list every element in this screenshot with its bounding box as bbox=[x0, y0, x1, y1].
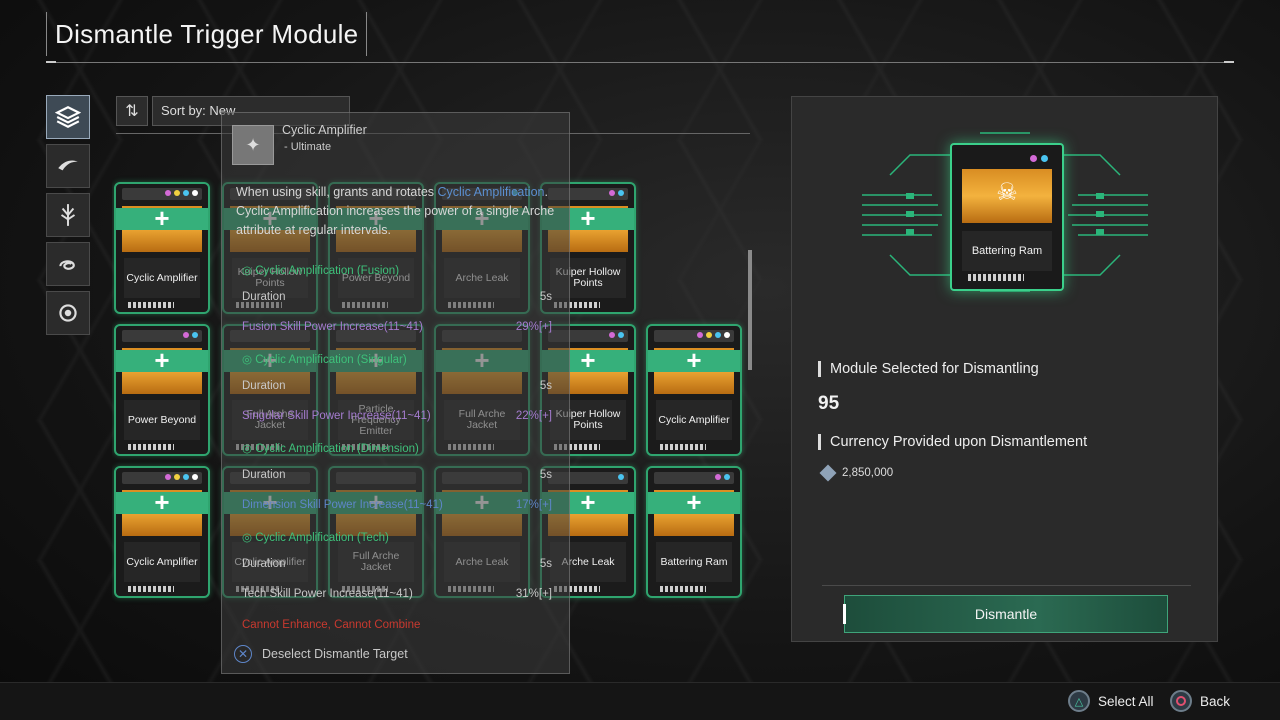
deselect-button[interactable]: ✕ Deselect Dismantle Target bbox=[234, 645, 408, 663]
effect-stat: Tech Skill Power Increase(11~41) 31%[+] bbox=[242, 588, 552, 600]
selected-module-card: ☠ Battering Ram bbox=[950, 143, 1064, 291]
module-level-bars bbox=[128, 302, 174, 308]
tooltip-module-grade: - Ultimate bbox=[284, 141, 332, 153]
page-title: Dismantle Trigger Module bbox=[46, 12, 368, 56]
module-attribute-dots bbox=[609, 190, 624, 196]
effect-duration: Duration 5s bbox=[242, 469, 552, 481]
layers-icon bbox=[55, 106, 81, 128]
plus-icon: + bbox=[580, 487, 596, 517]
module-attribute-dots bbox=[165, 474, 198, 480]
module-label: Cyclic Amplifier bbox=[124, 542, 200, 582]
effect-duration: Duration 5s bbox=[242, 380, 552, 392]
dismantle-panel: ☠ Battering Ram Module Selected for Dism… bbox=[791, 96, 1218, 642]
currency-section-title: Currency Provided upon Dismantlement bbox=[818, 434, 1087, 450]
tab-slash[interactable] bbox=[46, 144, 90, 188]
sort-icon: ⇅ bbox=[125, 103, 139, 120]
module-level-bars bbox=[660, 444, 706, 450]
tab-swirl[interactable] bbox=[46, 242, 90, 286]
module-level-bars bbox=[660, 586, 706, 592]
module-label: Battering Ram bbox=[656, 542, 732, 582]
selected-count: 95 bbox=[818, 393, 840, 414]
module-level-bars bbox=[968, 274, 1024, 281]
tab-shell[interactable] bbox=[46, 291, 90, 335]
plus-icon: + bbox=[154, 487, 170, 517]
selected-section-title: Module Selected for Dismantling bbox=[818, 361, 1039, 377]
effect-title: ◎ Cyclic Amplification (Tech) bbox=[242, 532, 389, 544]
tooltip-module-name: Cyclic Amplifier bbox=[282, 123, 367, 137]
effect-title: ◎ Cyclic Amplification (Dimension) bbox=[242, 443, 419, 455]
module-card[interactable]: + Cyclic Amplifier bbox=[114, 466, 210, 598]
module-tooltip: ✦ Cyclic Amplifier - Ultimate When using… bbox=[221, 112, 570, 674]
shell-icon bbox=[59, 304, 77, 322]
module-card[interactable]: + Cyclic Amplifier bbox=[646, 324, 742, 456]
tooltip-description: When using skill, grants and rotates Cyc… bbox=[236, 185, 555, 237]
keyword-highlight: Cyclic Amplification bbox=[437, 185, 545, 199]
module-attribute-dots bbox=[165, 190, 198, 196]
module-label: Power Beyond bbox=[124, 400, 200, 440]
claw-icon bbox=[60, 204, 76, 226]
module-attribute-dots bbox=[183, 332, 198, 338]
module-level-bars bbox=[128, 444, 174, 450]
kuiper-shard-icon bbox=[819, 464, 837, 482]
module-attribute-dots bbox=[1030, 155, 1048, 162]
module-card[interactable]: + Battering Ram bbox=[646, 466, 742, 598]
back-hint[interactable]: Back bbox=[1170, 690, 1230, 712]
effect-stat: Dimension Skill Power Increase(11~41) 17%… bbox=[242, 499, 552, 511]
category-tabs bbox=[46, 95, 90, 340]
slash-icon bbox=[58, 160, 78, 171]
cross-button-icon: ✕ bbox=[234, 645, 252, 663]
currency-reward: 2,850,000 bbox=[819, 464, 894, 482]
effect-stat: Singular Skill Power Increase(11~41) 22%[… bbox=[242, 410, 552, 422]
effect-duration: Duration 5s bbox=[242, 558, 552, 570]
triangle-button-icon: △ bbox=[1068, 690, 1090, 712]
module-attribute-dots bbox=[609, 332, 624, 338]
effect-stat: Fusion Skill Power Increase(11~41) 29%[+] bbox=[242, 321, 552, 333]
grid-scrollbar[interactable] bbox=[748, 250, 752, 370]
panel-divider bbox=[822, 585, 1191, 586]
effect-duration: Duration 5s bbox=[242, 291, 552, 303]
module-attribute-dots bbox=[618, 474, 624, 480]
dismantle-button[interactable]: Dismantle bbox=[843, 595, 1168, 633]
plus-icon: + bbox=[154, 345, 170, 375]
skull-emblem-icon: ☠ bbox=[996, 179, 1018, 206]
effect-title: ◎ Cyclic Amplification (Singular) bbox=[242, 354, 407, 366]
select-all-hint[interactable]: △ Select All bbox=[1068, 690, 1154, 712]
sort-order-button[interactable]: ⇅ bbox=[116, 96, 148, 126]
tab-all-modules[interactable] bbox=[46, 95, 90, 139]
module-attribute-dots bbox=[697, 332, 730, 338]
currency-amount: 2,850,000 bbox=[842, 467, 894, 479]
effect-title: ◎ Cyclic Amplification (Fusion) bbox=[242, 265, 400, 277]
tooltip-warning: Cannot Enhance, Cannot Combine bbox=[242, 619, 421, 631]
plus-icon: + bbox=[686, 487, 702, 517]
plus-icon: + bbox=[154, 203, 170, 233]
module-label: Cyclic Amplifier bbox=[656, 400, 732, 440]
circle-button-icon bbox=[1170, 690, 1192, 712]
swirl-icon bbox=[59, 260, 75, 270]
module-label: Cyclic Amplifier bbox=[124, 258, 200, 298]
module-level-bars bbox=[128, 586, 174, 592]
plus-icon: + bbox=[580, 203, 596, 233]
module-card[interactable]: + Power Beyond bbox=[114, 324, 210, 456]
title-divider bbox=[46, 61, 1234, 63]
plus-icon: + bbox=[686, 345, 702, 375]
selected-module-label: Battering Ram bbox=[962, 231, 1052, 271]
module-card[interactable]: + Cyclic Amplifier bbox=[114, 182, 210, 314]
module-icon: ✦ bbox=[232, 125, 274, 165]
tab-claw[interactable] bbox=[46, 193, 90, 237]
module-attribute-dots bbox=[715, 474, 730, 480]
plus-icon: + bbox=[580, 345, 596, 375]
